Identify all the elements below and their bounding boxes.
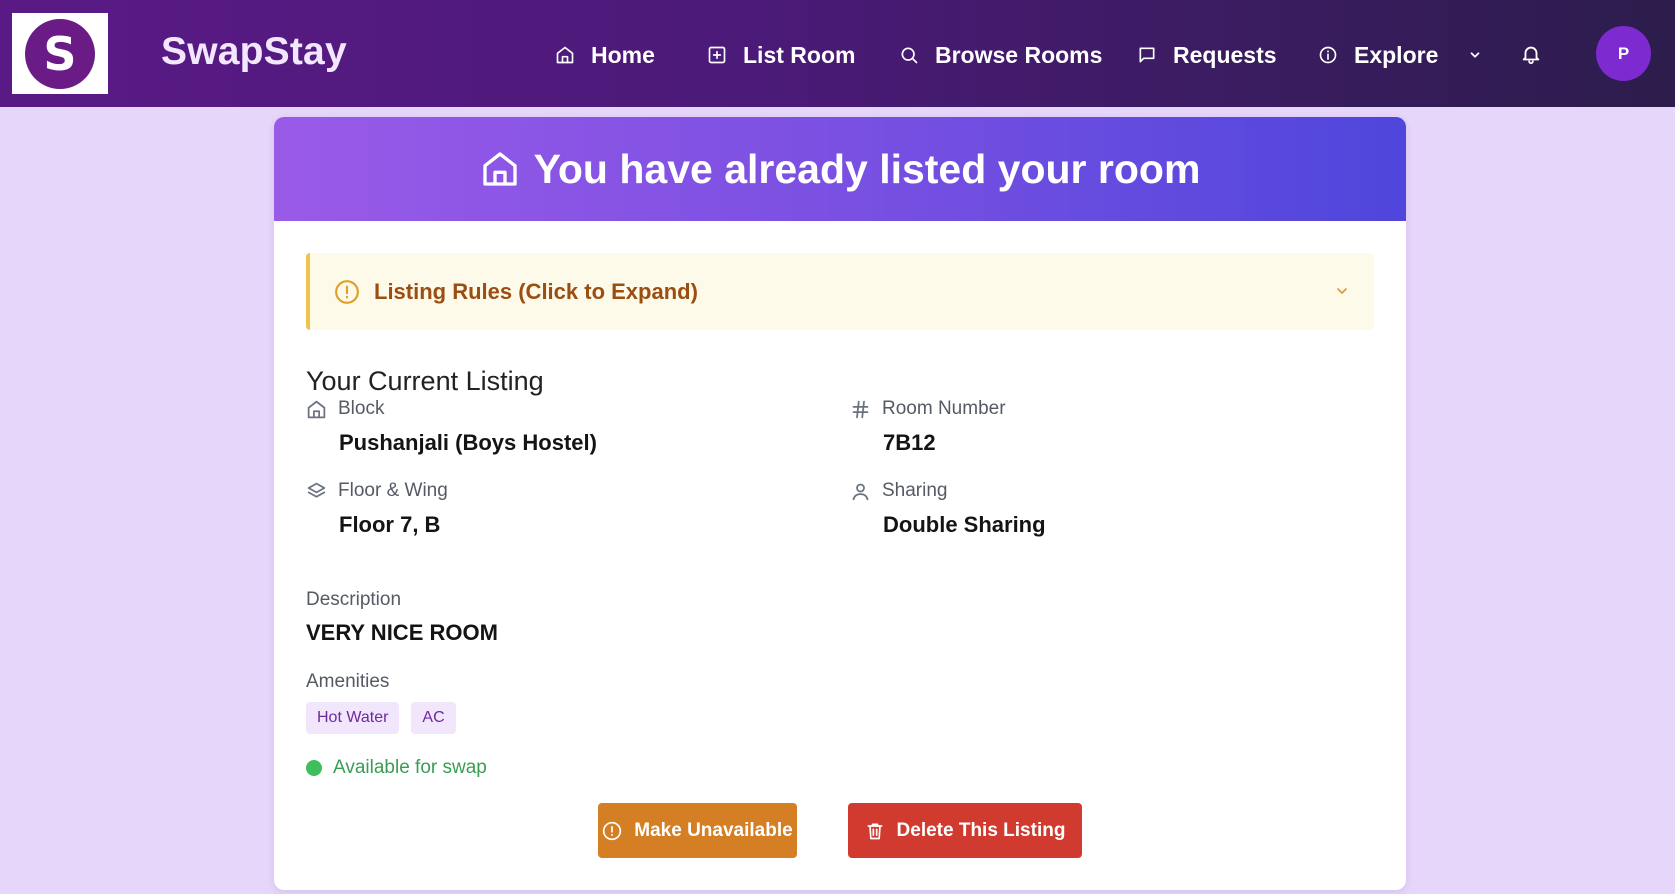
delete-listing-label: Delete This Listing	[896, 819, 1066, 841]
top-navbar: S SwapStay Home List Room Browse Rooms R…	[0, 0, 1675, 107]
sharing-field: Sharing Double Sharing	[850, 480, 1046, 538]
block-value: Pushanjali (Boys Hostel)	[339, 430, 597, 455]
status-dot	[306, 760, 322, 776]
avatar[interactable]: P	[1596, 26, 1651, 81]
trash-icon	[867, 823, 883, 839]
delete-listing-button[interactable]: Delete This Listing	[848, 803, 1082, 858]
amenity-chip: AC	[411, 702, 456, 734]
chevron-down-icon	[1471, 52, 1480, 58]
room-number-value: 7B12	[883, 430, 936, 455]
plus-square-icon	[708, 46, 726, 64]
search-icon	[901, 47, 918, 64]
availability-status: Available for swap	[306, 757, 487, 779]
floor-wing-field: Floor & Wing Floor 7, B	[306, 480, 448, 538]
amenity-chip: Hot Water	[306, 702, 400, 734]
message-icon	[1139, 47, 1155, 63]
nav-home-label: Home	[591, 41, 655, 68]
nav-browse-rooms[interactable]: Browse Rooms	[899, 38, 1102, 72]
make-unavailable-button[interactable]: Make Unavailable	[598, 803, 797, 858]
nav-explore-label: Explore	[1354, 41, 1439, 68]
card-header: You have already listed your room	[274, 117, 1406, 221]
status-text: Available for swap	[333, 757, 487, 778]
sharing-value: Double Sharing	[883, 512, 1046, 537]
chevron-down-icon	[1337, 288, 1347, 294]
hash-icon	[852, 400, 869, 418]
amenities-label: Amenities	[306, 671, 390, 692]
nav-home[interactable]: Home	[555, 38, 655, 72]
listing-rules-label: Listing Rules (Click to Expand)	[374, 278, 698, 304]
home-icon	[556, 46, 574, 64]
floor-wing-label: Floor & Wing	[338, 480, 448, 501]
listing-card: You have already listed your room Listin…	[274, 117, 1406, 890]
description-value: VERY NICE ROOM	[306, 620, 498, 645]
block-label: Block	[338, 398, 385, 419]
card-title: You have already listed your room	[533, 145, 1201, 192]
nav-explore[interactable]: Explore	[1318, 38, 1482, 72]
nav-browse-rooms-label: Browse Rooms	[935, 41, 1103, 68]
info-icon	[1319, 46, 1337, 64]
floor-wing-value: Floor 7, B	[339, 512, 441, 537]
logo-letter: S	[25, 18, 95, 89]
block-field: Block Pushanjali (Boys Hostel)	[306, 398, 597, 456]
amenities-field: Amenities Hot Water AC	[306, 671, 456, 734]
alert-circle-icon	[335, 279, 359, 304]
room-number-label: Room Number	[882, 398, 1006, 419]
sharing-label: Sharing	[882, 480, 948, 501]
logo[interactable]: S	[12, 13, 108, 94]
home-icon	[307, 400, 326, 418]
listing-rules-accordion[interactable]: Listing Rules (Click to Expand)	[306, 253, 1374, 330]
nav-list-room-label: List Room	[743, 41, 856, 68]
home-icon	[482, 152, 517, 186]
description-label: Description	[306, 589, 402, 610]
nav-requests[interactable]: Requests	[1137, 38, 1277, 72]
make-unavailable-label: Make Unavailable	[634, 819, 793, 841]
section-title: Your Current Listing	[306, 366, 544, 396]
bell-icon[interactable]	[1520, 42, 1542, 66]
description-field: Description VERY NICE ROOM	[306, 589, 498, 646]
user-icon	[852, 483, 869, 500]
layers-icon	[307, 482, 326, 498]
nav-list-room[interactable]: List Room	[707, 38, 855, 72]
room-number-field: Room Number 7B12	[850, 398, 1006, 456]
brand-name[interactable]: SwapStay	[161, 30, 347, 74]
alert-circle-icon	[603, 821, 622, 840]
nav-requests-label: Requests	[1173, 41, 1277, 68]
